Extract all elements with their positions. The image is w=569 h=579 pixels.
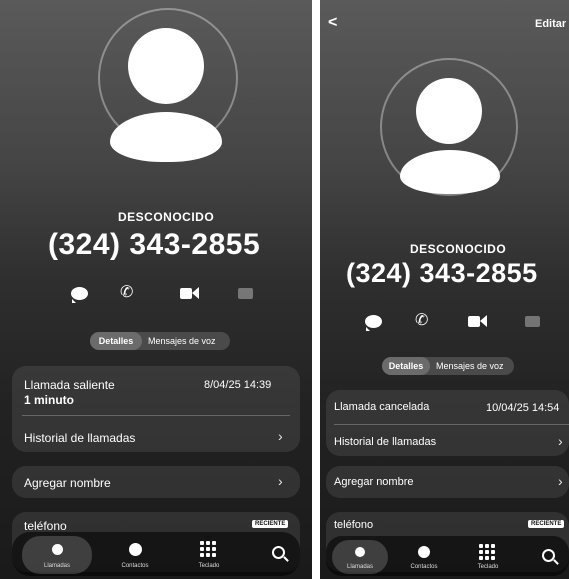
chevron-right-icon: › xyxy=(558,473,563,489)
phone-section-label: teléfono xyxy=(24,519,67,533)
message-icon xyxy=(71,287,88,303)
avatar-head xyxy=(128,28,204,104)
video-call-button[interactable] xyxy=(468,314,490,328)
nav-contacts[interactable]: Contactos xyxy=(100,536,170,574)
divider xyxy=(22,415,290,416)
video-lens xyxy=(480,315,487,327)
avatar-body xyxy=(400,150,500,194)
call-history-link[interactable]: Historial de llamadas xyxy=(24,431,135,445)
nav-search[interactable] xyxy=(532,540,566,574)
divider xyxy=(334,424,569,425)
nav-keypad[interactable]: Teclado xyxy=(174,536,244,574)
call-datetime: 8/04/25 14:39 xyxy=(204,379,272,391)
chevron-right-icon: › xyxy=(278,428,283,444)
nav-calls[interactable]: Llamadas xyxy=(332,540,388,574)
edit-button[interactable]: Editar xyxy=(535,18,566,30)
nav-keypad[interactable]: Teclado xyxy=(460,540,516,574)
chevron-right-icon: › xyxy=(278,473,283,489)
call-button[interactable]: ✆ xyxy=(415,310,435,330)
phone-number: (324) 343-2855 xyxy=(346,258,538,288)
tab-voicemail[interactable]: Mensajes de voz xyxy=(436,357,504,375)
keypad-icon xyxy=(479,544,495,560)
chevron-right-icon: › xyxy=(558,433,563,449)
back-button[interactable]: < xyxy=(328,14,337,32)
add-name-label: Agregar nombre xyxy=(334,476,414,488)
message-icon xyxy=(365,315,382,331)
add-name-label: Agregar nombre xyxy=(24,476,111,490)
call-type: Llamada cancelada xyxy=(334,401,430,413)
video-lens xyxy=(192,287,199,299)
contacts-icon xyxy=(418,546,430,558)
email-button[interactable] xyxy=(525,316,541,328)
left-screen: DESCONOCIDO (324) 343-2855 ✆ Detalles Me… xyxy=(0,0,312,579)
recent-badge: RECIENTE xyxy=(528,520,565,528)
avatar-head xyxy=(416,78,482,144)
right-screen: < Editar DESCONOCIDO (324) 343-2855 ✆ De… xyxy=(320,0,569,579)
calls-icon xyxy=(355,547,365,557)
phone-section-label: teléfono xyxy=(334,519,374,531)
nav-contacts[interactable]: Contactos xyxy=(396,540,452,574)
message-button[interactable] xyxy=(70,285,90,303)
contact-label: DESCONOCIDO xyxy=(410,242,507,256)
tab-details[interactable]: Detalles xyxy=(90,332,142,350)
recent-badge: RECIENTE xyxy=(252,520,289,528)
nav-search[interactable] xyxy=(262,536,296,574)
search-icon xyxy=(272,546,285,559)
keypad-icon xyxy=(200,541,216,557)
call-type: Llamada saliente xyxy=(24,378,115,392)
mail-icon xyxy=(238,288,253,299)
phone-icon: ✆ xyxy=(120,284,134,301)
phone-number: (324) 343-2855 xyxy=(48,228,261,261)
call-button[interactable]: ✆ xyxy=(120,282,140,302)
screenshot-divider xyxy=(312,0,320,579)
video-icon xyxy=(468,316,480,327)
tab-details[interactable]: Detalles xyxy=(382,357,430,375)
contact-label: DESCONOCIDO xyxy=(118,210,215,224)
contacts-icon xyxy=(129,543,142,556)
message-button[interactable] xyxy=(364,313,384,331)
call-duration: 1 minuto xyxy=(24,393,74,407)
mail-icon xyxy=(525,316,540,327)
email-button[interactable] xyxy=(238,288,254,300)
video-icon xyxy=(180,288,192,299)
phone-icon: ✆ xyxy=(415,312,429,329)
nav-calls[interactable]: Llamadas xyxy=(22,536,92,574)
calls-icon xyxy=(52,544,63,555)
video-call-button[interactable] xyxy=(180,286,202,300)
search-icon xyxy=(542,549,555,562)
call-history-link[interactable]: Historial de llamadas xyxy=(334,436,436,448)
tab-voicemail[interactable]: Mensajes de voz xyxy=(148,332,216,350)
call-datetime: 10/04/25 14:54 xyxy=(486,402,560,414)
